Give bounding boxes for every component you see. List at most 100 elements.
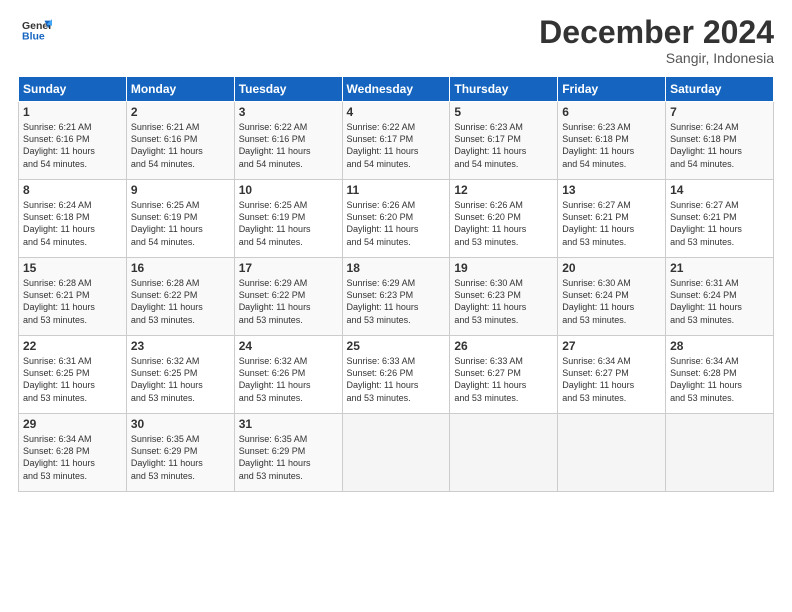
table-row: 20Sunrise: 6:30 AM Sunset: 6:24 PM Dayli… (558, 258, 666, 336)
calendar-table: Sunday Monday Tuesday Wednesday Thursday… (18, 76, 774, 492)
day-info: Sunrise: 6:23 AM Sunset: 6:18 PM Dayligh… (562, 121, 661, 170)
day-info: Sunrise: 6:27 AM Sunset: 6:21 PM Dayligh… (670, 199, 769, 248)
day-number: 6 (562, 105, 661, 119)
day-number: 2 (131, 105, 230, 119)
table-row: 10 Sunrise: 6:25 AM Sunset: 6:19 PM Dayli… (234, 180, 342, 258)
day-number: 13 (562, 183, 661, 197)
day-number: 26 (454, 339, 553, 353)
day-number: 17 (239, 261, 338, 275)
table-row: 16 Sunrise: 6:28 AM Sunset: 6:22 PM Dayli… (126, 258, 234, 336)
col-friday: Friday (558, 77, 666, 102)
table-row: 23 Sunrise: 6:32 AM Sunset: 6:25 PM Dayli… (126, 336, 234, 414)
table-row: 25Sunrise: 6:33 AM Sunset: 6:26 PM Dayli… (342, 336, 450, 414)
table-row (558, 414, 666, 492)
title-block: December 2024 Sangir, Indonesia (539, 15, 774, 66)
day-number: 19 (454, 261, 553, 275)
day-info: Sunrise: 6:26 AM Sunset: 6:20 PM Dayligh… (454, 199, 553, 248)
col-wednesday: Wednesday (342, 77, 450, 102)
col-monday: Monday (126, 77, 234, 102)
week-row-1: 1Sunrise: 6:21 AM Sunset: 6:16 PM Daylig… (19, 102, 774, 180)
day-number: 8 (23, 183, 122, 197)
day-number: 28 (670, 339, 769, 353)
day-info: Sunrise: 6:31 AM Sunset: 6:25 PM Dayligh… (23, 355, 122, 404)
day-info: Sunrise: 6:34 AM Sunset: 6:28 PM Dayligh… (23, 433, 122, 482)
day-number: 10 (239, 183, 338, 197)
day-info: Sunrise: 6:23 AM Sunset: 6:17 PM Dayligh… (454, 121, 553, 170)
week-row-4: 22 Sunrise: 6:31 AM Sunset: 6:25 PM Dayli… (19, 336, 774, 414)
header: General Blue December 2024 Sangir, Indon… (18, 15, 774, 66)
table-row: 9 Sunrise: 6:25 AM Sunset: 6:19 PM Daylig… (126, 180, 234, 258)
table-row: 30 Sunrise: 6:35 AM Sunset: 6:29 PM Dayli… (126, 414, 234, 492)
day-number: 22 (23, 339, 122, 353)
day-number: 11 (347, 183, 446, 197)
week-row-3: 15Sunrise: 6:28 AM Sunset: 6:21 PM Dayli… (19, 258, 774, 336)
day-info: Sunrise: 6:34 AM Sunset: 6:28 PM Dayligh… (670, 355, 769, 404)
day-info: Sunrise: 6:21 AM Sunset: 6:16 PM Dayligh… (131, 121, 230, 170)
day-info: Sunrise: 6:27 AM Sunset: 6:21 PM Dayligh… (562, 199, 661, 248)
day-info: Sunrise: 6:32 AM Sunset: 6:26 PM Dayligh… (239, 355, 338, 404)
table-row: 17Sunrise: 6:29 AM Sunset: 6:22 PM Dayli… (234, 258, 342, 336)
day-info: Sunrise: 6:24 AM Sunset: 6:18 PM Dayligh… (23, 199, 122, 248)
table-row: 4 Sunrise: 6:22 AM Sunset: 6:17 PM Daylig… (342, 102, 450, 180)
day-number: 18 (347, 261, 446, 275)
col-sunday: Sunday (19, 77, 127, 102)
day-number: 4 (347, 105, 446, 119)
logo-icon: General Blue (22, 15, 52, 45)
day-info: Sunrise: 6:33 AM Sunset: 6:27 PM Dayligh… (454, 355, 553, 404)
table-row: 3Sunrise: 6:22 AM Sunset: 6:16 PM Daylig… (234, 102, 342, 180)
table-row: 24Sunrise: 6:32 AM Sunset: 6:26 PM Dayli… (234, 336, 342, 414)
table-row: 26 Sunrise: 6:33 AM Sunset: 6:27 PM Dayli… (450, 336, 558, 414)
day-info: Sunrise: 6:25 AM Sunset: 6:19 PM Dayligh… (239, 199, 338, 248)
day-number: 23 (131, 339, 230, 353)
day-number: 30 (131, 417, 230, 431)
table-row: 21 Sunrise: 6:31 AM Sunset: 6:24 PM Dayli… (666, 258, 774, 336)
day-info: Sunrise: 6:22 AM Sunset: 6:17 PM Dayligh… (347, 121, 446, 170)
calendar-header-row: Sunday Monday Tuesday Wednesday Thursday… (19, 77, 774, 102)
day-number: 9 (131, 183, 230, 197)
col-saturday: Saturday (666, 77, 774, 102)
day-number: 21 (670, 261, 769, 275)
table-row: 13 Sunrise: 6:27 AM Sunset: 6:21 PM Dayli… (558, 180, 666, 258)
day-info: Sunrise: 6:32 AM Sunset: 6:25 PM Dayligh… (131, 355, 230, 404)
day-info: Sunrise: 6:30 AM Sunset: 6:24 PM Dayligh… (562, 277, 661, 326)
day-number: 15 (23, 261, 122, 275)
day-info: Sunrise: 6:34 AM Sunset: 6:27 PM Dayligh… (562, 355, 661, 404)
table-row: 6 Sunrise: 6:23 AM Sunset: 6:18 PM Daylig… (558, 102, 666, 180)
day-info: Sunrise: 6:35 AM Sunset: 6:29 PM Dayligh… (131, 433, 230, 482)
day-info: Sunrise: 6:28 AM Sunset: 6:22 PM Dayligh… (131, 277, 230, 326)
svg-text:Blue: Blue (22, 30, 45, 42)
table-row: 29 Sunrise: 6:34 AM Sunset: 6:28 PM Dayli… (19, 414, 127, 492)
table-row: 11 Sunrise: 6:26 AM Sunset: 6:20 PM Dayli… (342, 180, 450, 258)
day-info: Sunrise: 6:22 AM Sunset: 6:16 PM Dayligh… (239, 121, 338, 170)
table-row: 2 Sunrise: 6:21 AM Sunset: 6:16 PM Daylig… (126, 102, 234, 180)
day-info: Sunrise: 6:24 AM Sunset: 6:18 PM Dayligh… (670, 121, 769, 170)
week-row-2: 8 Sunrise: 6:24 AM Sunset: 6:18 PM Daylig… (19, 180, 774, 258)
month-title: December 2024 (539, 15, 774, 50)
day-number: 12 (454, 183, 553, 197)
day-number: 5 (454, 105, 553, 119)
day-info: Sunrise: 6:26 AM Sunset: 6:20 PM Dayligh… (347, 199, 446, 248)
page: General Blue December 2024 Sangir, Indon… (0, 0, 792, 612)
table-row: 8 Sunrise: 6:24 AM Sunset: 6:18 PM Daylig… (19, 180, 127, 258)
table-row (342, 414, 450, 492)
day-number: 31 (239, 417, 338, 431)
location: Sangir, Indonesia (539, 50, 774, 66)
col-tuesday: Tuesday (234, 77, 342, 102)
table-row: 14 Sunrise: 6:27 AM Sunset: 6:21 PM Dayli… (666, 180, 774, 258)
col-thursday: Thursday (450, 77, 558, 102)
day-number: 14 (670, 183, 769, 197)
table-row: 28 Sunrise: 6:34 AM Sunset: 6:28 PM Dayli… (666, 336, 774, 414)
table-row: 19Sunrise: 6:30 AM Sunset: 6:23 PM Dayli… (450, 258, 558, 336)
table-row: 18 Sunrise: 6:29 AM Sunset: 6:23 PM Dayli… (342, 258, 450, 336)
table-row: 12 Sunrise: 6:26 AM Sunset: 6:20 PM Dayli… (450, 180, 558, 258)
table-row: 15Sunrise: 6:28 AM Sunset: 6:21 PM Dayli… (19, 258, 127, 336)
day-number: 16 (131, 261, 230, 275)
day-info: Sunrise: 6:31 AM Sunset: 6:24 PM Dayligh… (670, 277, 769, 326)
day-info: Sunrise: 6:35 AM Sunset: 6:29 PM Dayligh… (239, 433, 338, 482)
day-number: 29 (23, 417, 122, 431)
table-row (666, 414, 774, 492)
day-info: Sunrise: 6:25 AM Sunset: 6:19 PM Dayligh… (131, 199, 230, 248)
day-info: Sunrise: 6:29 AM Sunset: 6:23 PM Dayligh… (347, 277, 446, 326)
logo: General Blue (18, 15, 52, 52)
day-number: 25 (347, 339, 446, 353)
